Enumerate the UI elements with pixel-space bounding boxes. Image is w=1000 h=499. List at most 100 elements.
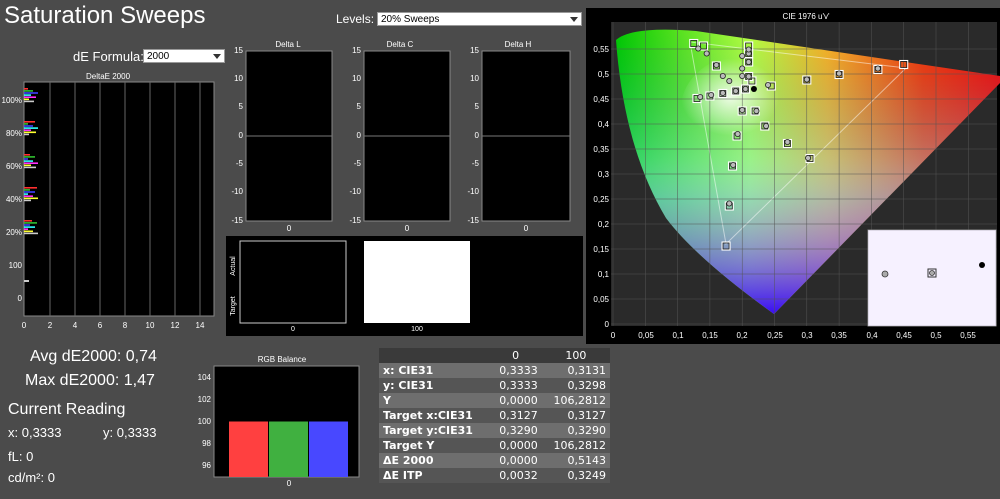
reading-value: 0,3127 <box>499 409 538 422</box>
deltae-ytick: 80% <box>6 129 22 138</box>
delta-h-ytick: 15 <box>470 46 479 55</box>
rgb-ytick: 104 <box>198 373 212 382</box>
cie-measured-point <box>708 92 715 99</box>
readings-header <box>379 348 489 363</box>
cie-measured-point <box>703 50 710 57</box>
reading-value: 106,2812 <box>553 394 607 407</box>
reading-value: 0,3298 <box>567 379 607 392</box>
deltae-bar <box>24 189 30 191</box>
deltae-bar <box>24 191 35 193</box>
reading-value: 0,3249 <box>567 469 607 482</box>
cie-measured-point <box>719 90 726 97</box>
reading-value: 0,3127 <box>567 409 607 422</box>
cie-xtick: 0,4 <box>866 331 878 340</box>
cie-measured-point <box>719 73 726 80</box>
color-swatch-panel: Actual Target 0 100 <box>226 236 583 336</box>
rgb-bar-green <box>269 421 308 477</box>
reading-label: ΔE 2000 <box>383 454 434 467</box>
cie-measured-point <box>739 73 746 80</box>
levels-dropdown[interactable]: 20% Sweeps <box>377 12 582 26</box>
cie-ytick: 0 <box>605 320 610 329</box>
cie-zoom-inset <box>867 229 997 327</box>
levels-value: 20% Sweeps <box>381 14 440 25</box>
swatch-100-label: 100 <box>411 326 423 333</box>
deltae-yticks: 100% 80% 60% 40% 20% 100 0 <box>2 96 23 303</box>
reading-value: 106,2812 <box>553 439 607 452</box>
swatch-0-label: 0 <box>291 326 295 333</box>
delta-l-ytick: -10 <box>231 187 243 196</box>
delta-c-ytick: 5 <box>357 102 362 111</box>
delta-c-ytick: 15 <box>352 46 361 55</box>
deltae-xtick: 14 <box>196 321 205 330</box>
table-row: Target y:CIE31 0,3290 0,3290 <box>379 423 610 438</box>
rgb-ytick: 100 <box>198 417 212 426</box>
current-x: x: 0,3333 <box>8 425 62 440</box>
deltae-xtick: 8 <box>123 321 128 330</box>
deltae-bar <box>24 280 29 282</box>
current-reading-label: Current Reading <box>8 401 126 418</box>
readings-header: 100 <box>565 349 587 362</box>
cie-ytick: 0,25 <box>593 195 609 204</box>
cie-measured-point <box>745 73 752 80</box>
cie-yticks: 0,55 0,5 0,45 0,4 0,35 0,3 0,25 0,2 0,15… <box>593 45 609 329</box>
deltae-bar <box>24 193 28 195</box>
deltae-bar <box>24 92 38 94</box>
delta-c-ytick: 0 <box>357 131 362 140</box>
deltae-bar <box>24 90 33 92</box>
delta-l-ytick: -5 <box>236 159 244 168</box>
cie-xtick: 0,45 <box>896 331 912 340</box>
deltae-xtick: 10 <box>146 321 155 330</box>
reading-value: 0,0000 <box>499 454 538 467</box>
current-cdm2: cd/m²: 0 <box>8 470 55 485</box>
cie-ytick: 0,35 <box>593 145 609 154</box>
delta-h-ytick: -15 <box>467 216 479 225</box>
reading-label: Y <box>383 394 391 407</box>
cie-measured-point <box>753 108 760 115</box>
reading-value: 0,0032 <box>499 469 538 482</box>
delta-l-ytick: -15 <box>231 216 243 225</box>
cie-xtick: 0,05 <box>638 331 654 340</box>
deltae-xtick: 6 <box>98 321 103 330</box>
deltae-bar <box>24 166 36 169</box>
cie-measured-point <box>765 82 772 89</box>
cie-measured-point <box>726 200 733 207</box>
swatch-100 <box>364 241 470 323</box>
deltae-ytick: 100 <box>9 261 23 270</box>
deltae-bar <box>24 230 33 233</box>
deltae-bar <box>24 125 33 127</box>
reading-label: x: CIE31 <box>383 364 434 377</box>
deltae-bar <box>24 158 28 160</box>
delta-l-xlabel: 0 <box>287 224 292 233</box>
deltae-ytick: 0 <box>18 294 23 303</box>
table-row: ΔE ITP 0,0032 0,3249 <box>379 468 610 483</box>
rgb-bar-red <box>229 421 268 477</box>
de-formula-dropdown[interactable]: 2000 <box>143 49 225 63</box>
deltae-bar <box>24 129 31 131</box>
reading-value: 0,3290 <box>567 424 607 437</box>
cie-ytick: 0,55 <box>593 45 609 54</box>
cie-measured-point <box>836 70 843 77</box>
deltae-ytick: 60% <box>6 162 22 171</box>
deltae-bar <box>24 162 38 164</box>
delta-h-xlabel: 0 <box>524 224 529 233</box>
reading-value: 0,3333 <box>499 379 538 392</box>
deltae-xticks: 0 2 4 6 8 10 12 14 <box>22 321 205 330</box>
deltae-bar <box>24 123 28 125</box>
cie-chart: CIE 1976 u'v' 0,55 0,5 0,45 0,4 0,35 0,3… <box>586 8 1000 344</box>
deltae-chart-title: DeltaE 2000 <box>86 72 131 81</box>
rgb-yticks: 104 102 100 98 96 <box>198 373 212 470</box>
deltae-xtick: 2 <box>48 321 53 330</box>
cie-measured-point <box>784 138 791 145</box>
deltae-plot-area <box>23 81 215 317</box>
deltae-xtick: 0 <box>22 321 27 330</box>
deltae-chart: DeltaE 2000 100% 80% 60% 40% 20% 100 0 0… <box>0 68 220 338</box>
delta-h-ytick: -5 <box>472 159 480 168</box>
table-row: Y 0,0000 106,2812 <box>379 393 610 408</box>
delta-c-ytick: -10 <box>349 187 361 196</box>
reading-label: Target x:CIE31 <box>383 409 473 422</box>
delta-h-title: Delta H <box>505 40 532 49</box>
cie-measured-point <box>739 65 746 72</box>
delta-c-ytick: 10 <box>352 74 361 83</box>
deltae-bar <box>24 195 33 197</box>
cie-xtick: 0,15 <box>702 331 718 340</box>
